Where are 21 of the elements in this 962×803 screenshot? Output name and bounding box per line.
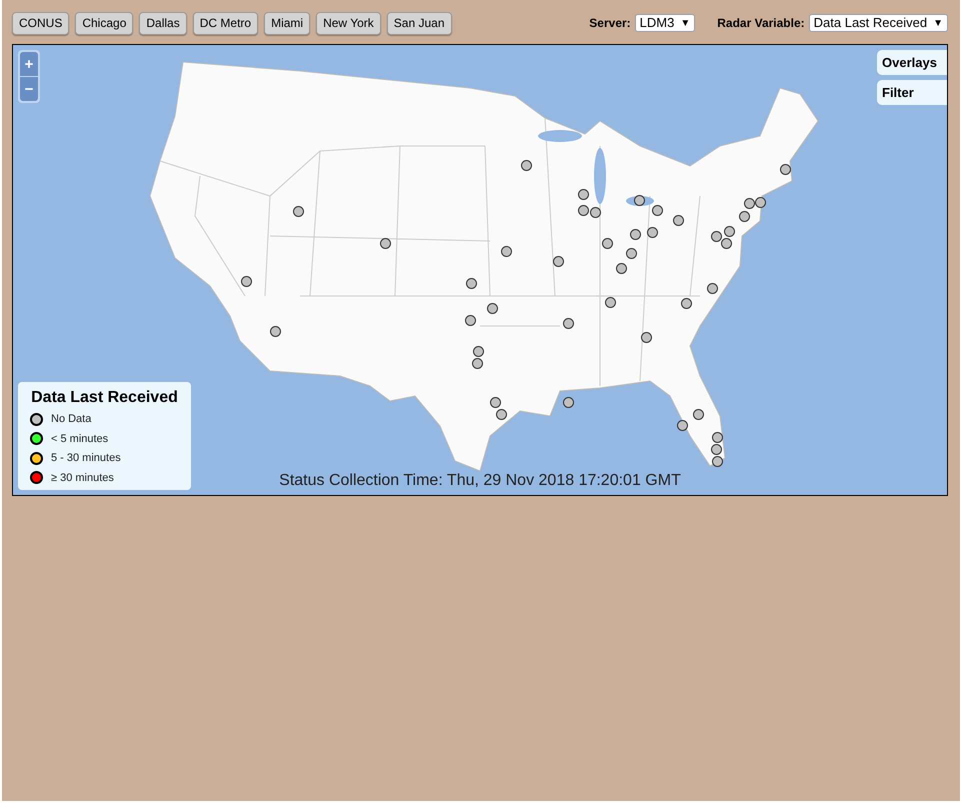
legend-label: < 5 minutes [51,432,108,446]
radar-site-marker[interactable] [676,420,688,430]
region-button[interactable]: New York [316,12,381,34]
region-button[interactable]: DC Metro [192,12,258,34]
legend-title: Data Last Received [30,388,179,408]
panel-toggle-button[interactable]: Filter [877,80,947,105]
server-dropdown[interactable]: LDM3 ▼ [634,14,696,32]
legend-label: ≥ 30 minutes [51,470,114,486]
panel-toggle-button[interactable]: Overlays [877,50,947,75]
legend-label: 5 - 30 minutes [51,451,121,466]
radar-site-marker[interactable] [562,396,574,408]
region-button[interactable]: CONUS [12,12,70,34]
server-label: Server: [589,15,631,32]
radar-variable-label: Radar Variable: [717,15,805,32]
region-button[interactable]: Miami [264,12,310,34]
region-button[interactable]: Dallas [139,12,187,34]
legend-label: No Data [51,412,92,427]
status-collection-time: Status Collection Time: Thu, 29 Nov 2018 17:20:01 GMT [279,471,681,491]
region-button[interactable]: Chicago [75,12,134,34]
radar-variable-dropdown[interactable]: Data Last Received ▼ [808,14,948,32]
region-button[interactable]: San Juan [386,12,452,34]
